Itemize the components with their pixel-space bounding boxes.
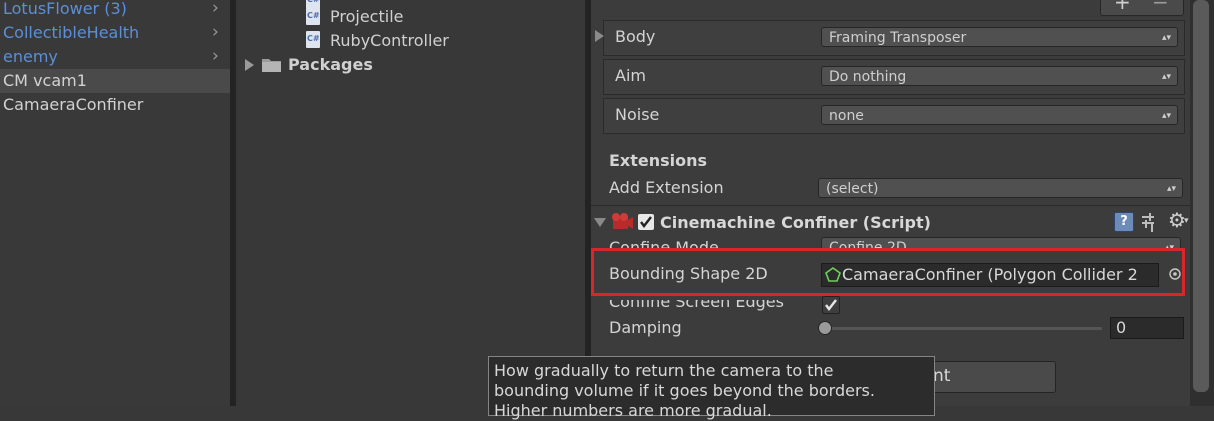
damping-input[interactable]: 0 (1110, 317, 1184, 339)
hierarchy-item-selected[interactable]: CM vcam1 (3, 70, 87, 92)
inspector-scrollbar-thumb[interactable] (1193, 0, 1209, 392)
damping-slider-track[interactable] (824, 327, 1102, 330)
add-extension-dropdown[interactable]: (select) ▴▾ (818, 178, 1183, 198)
hierarchy-panel: LotusFlower (3) › CollectibleHealth › en… (0, 0, 230, 406)
project-file[interactable]: RubyController (330, 31, 449, 50)
dropdown-arrow-icon: ▴▾ (1161, 72, 1171, 82)
component-enabled-checkbox[interactable] (638, 214, 654, 230)
chevron-right-icon[interactable]: › (212, 46, 224, 66)
chevron-right-icon[interactable]: › (212, 22, 224, 42)
body-dropdown-value: Framing Transposer (829, 30, 967, 46)
noise-dropdown-value: none (829, 108, 864, 124)
confine-edges-checkbox[interactable] (822, 296, 840, 314)
damping-slider-thumb[interactable] (818, 321, 832, 335)
chevron-down-icon[interactable]: ▾ (1184, 216, 1189, 226)
hierarchy-item[interactable]: LotusFlower (3) (3, 0, 127, 20)
aim-label: Aim (615, 66, 646, 85)
body-dropdown[interactable]: Framing Transposer ▴▾ (821, 27, 1178, 47)
collapse-arrow-icon[interactable] (594, 218, 606, 227)
help-icon[interactable]: ? (1114, 212, 1134, 232)
checkmark-icon (640, 216, 652, 228)
tooltip-line: bounding volume if it goes beyond the bo… (494, 381, 875, 400)
csharp-script-icon: C# (306, 31, 320, 48)
dropdown-arrow-icon: ▴▾ (1161, 111, 1171, 121)
body-label: Body (615, 27, 656, 46)
project-folder[interactable]: Packages (288, 55, 373, 74)
cinemachine-script-icon (612, 213, 633, 229)
tooltip-line: Higher numbers are more gradual. (494, 401, 772, 420)
add-component-button-label: nt (933, 366, 951, 386)
hierarchy-item[interactable]: enemy (3, 46, 58, 68)
noise-label: Noise (615, 105, 660, 124)
preset-icon[interactable] (1140, 212, 1158, 232)
aim-dropdown[interactable]: Do nothing ▴▾ (821, 66, 1178, 86)
highlight-box (591, 248, 1185, 296)
add-remove-button-group (1100, 0, 1184, 16)
project-file[interactable]: Projectile (330, 7, 403, 26)
add-extension-value: (select) (826, 181, 879, 197)
expand-arrow-icon[interactable] (245, 59, 254, 71)
tooltip-line: How gradually to return the camera to th… (494, 361, 834, 380)
chevron-right-icon[interactable]: › (212, 0, 224, 18)
noise-dropdown[interactable]: none ▴▾ (821, 105, 1178, 125)
add-button[interactable]: + (1114, 0, 1131, 14)
component-separator (591, 205, 1190, 206)
component-title: Cinemachine Confiner (Script) (660, 213, 931, 232)
extensions-heading: Extensions (609, 151, 708, 170)
add-extension-label: Add Extension (609, 178, 724, 197)
aim-dropdown-value: Do nothing (829, 69, 907, 85)
remove-button[interactable]: − (1152, 0, 1169, 14)
checkmark-icon (825, 299, 837, 311)
project-panel: C# C# Projectile C# RubyController Packa… (236, 0, 585, 406)
damping-label: Damping (609, 318, 682, 337)
dropdown-arrow-icon: ▴▾ (1166, 184, 1176, 194)
expand-arrow-icon[interactable] (595, 30, 604, 42)
damping-tooltip: How gradually to return the camera to th… (488, 356, 935, 420)
folder-icon (262, 59, 281, 72)
hierarchy-item[interactable]: CollectibleHealth (3, 22, 139, 44)
csharp-script-icon: C# (306, 8, 320, 25)
dropdown-arrow-icon: ▴▾ (1161, 33, 1171, 43)
hierarchy-item[interactable]: CamaeraConfiner (3, 94, 143, 116)
